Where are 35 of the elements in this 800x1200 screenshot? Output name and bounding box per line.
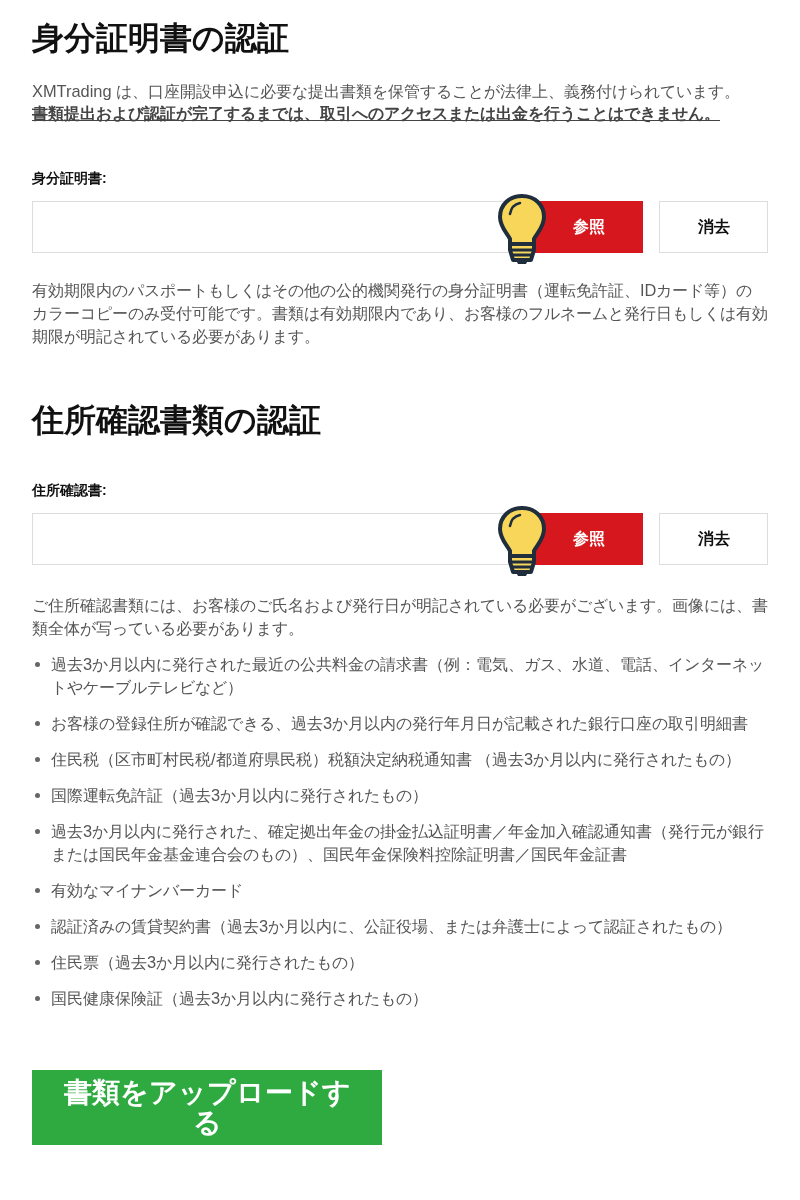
- browse-button[interactable]: 参照: [535, 513, 643, 565]
- help-text: 有効期限内のパスポートもしくはその他の公的機関発行の身分証明書（運転免許証、IDカード等）のカラーコピーのみ受付可能です。書類は有効期限内であり、お客様のフルネームと発行日もしくは有効期限が明記されている必要があります。: [32, 280, 768, 347]
- help-text: ご住所確認書類には、お客様のご氏名および発行日が明記されている必要がございます。画像には、書類全体が写っている必要があります。: [32, 595, 768, 639]
- bullet-icon: [35, 793, 40, 798]
- list-item-text: 有効なマイナンバーカード: [51, 880, 243, 901]
- bullet-icon: [35, 960, 40, 965]
- browse-button[interactable]: 参照: [535, 201, 643, 253]
- bullet-icon: [35, 924, 40, 929]
- bullet-icon: [35, 888, 40, 893]
- section-title: 住所確認書類の認証: [32, 401, 322, 440]
- intro-text: XMTrading は、口座開設申込に必要な提出書類を保管することが法律上、義務付けられています。: [32, 81, 742, 102]
- lightbulb-icon: [498, 506, 546, 578]
- bullet-icon: [35, 996, 40, 1001]
- file-input-field[interactable]: [32, 201, 498, 253]
- bullet-icon: [35, 829, 40, 834]
- field-label: 住所確認書:: [32, 481, 108, 500]
- field-label: 身分証明書:: [32, 169, 108, 188]
- list-item-text: 住民税（区市町村民税/都道府県民税）税額決定納税通知書 （過去3か月以内に発行されたもの）: [51, 749, 742, 770]
- list-item-text: お客様の登録住所が確認できる、過去3か月以内の発行年月日が記載された銀行口座の取引明細書: [51, 713, 749, 734]
- list-item-text: 認証済みの賃貸契約書（過去3か月以内に、公証役場、または弁護士によって認証されたもの）: [51, 916, 733, 937]
- bullet-icon: [35, 662, 40, 667]
- list-item-text: 過去3か月以内に発行された、確定拠出年金の掛金払込証明書／年金加入確認通知書（発行元が銀行または国民年金基金連合会のもの）、国民年金保険料控除証明書／国民年金証書: [51, 821, 766, 865]
- lightbulb-icon: [498, 194, 546, 266]
- clear-button[interactable]: 消去: [659, 513, 768, 565]
- list-item-text: 住民票（過去3か月以内に発行されたもの）: [51, 952, 365, 973]
- list-item-text: 過去3か月以内に発行された最近の公共料金の請求書（例：電気、ガス、水道、電話、インターネットやケーブルテレビなど）: [51, 654, 766, 698]
- upload-button[interactable]: 書類をアップロードする: [32, 1070, 382, 1145]
- bullet-icon: [35, 721, 40, 726]
- list-item-text: 国際運転免許証（過去3か月以内に発行されたもの）: [51, 785, 429, 806]
- section-title: 身分証明書の認証: [32, 19, 290, 58]
- notice-text: 書類提出および認証が完了するまでは、取引へのアクセスまたは出金を行うことはできません。: [32, 103, 720, 124]
- clear-button[interactable]: 消去: [659, 201, 768, 253]
- bullet-icon: [35, 757, 40, 762]
- list-item-text: 国民健康保険証（過去3か月以内に発行されたもの）: [51, 988, 429, 1009]
- file-input-field[interactable]: [32, 513, 498, 565]
